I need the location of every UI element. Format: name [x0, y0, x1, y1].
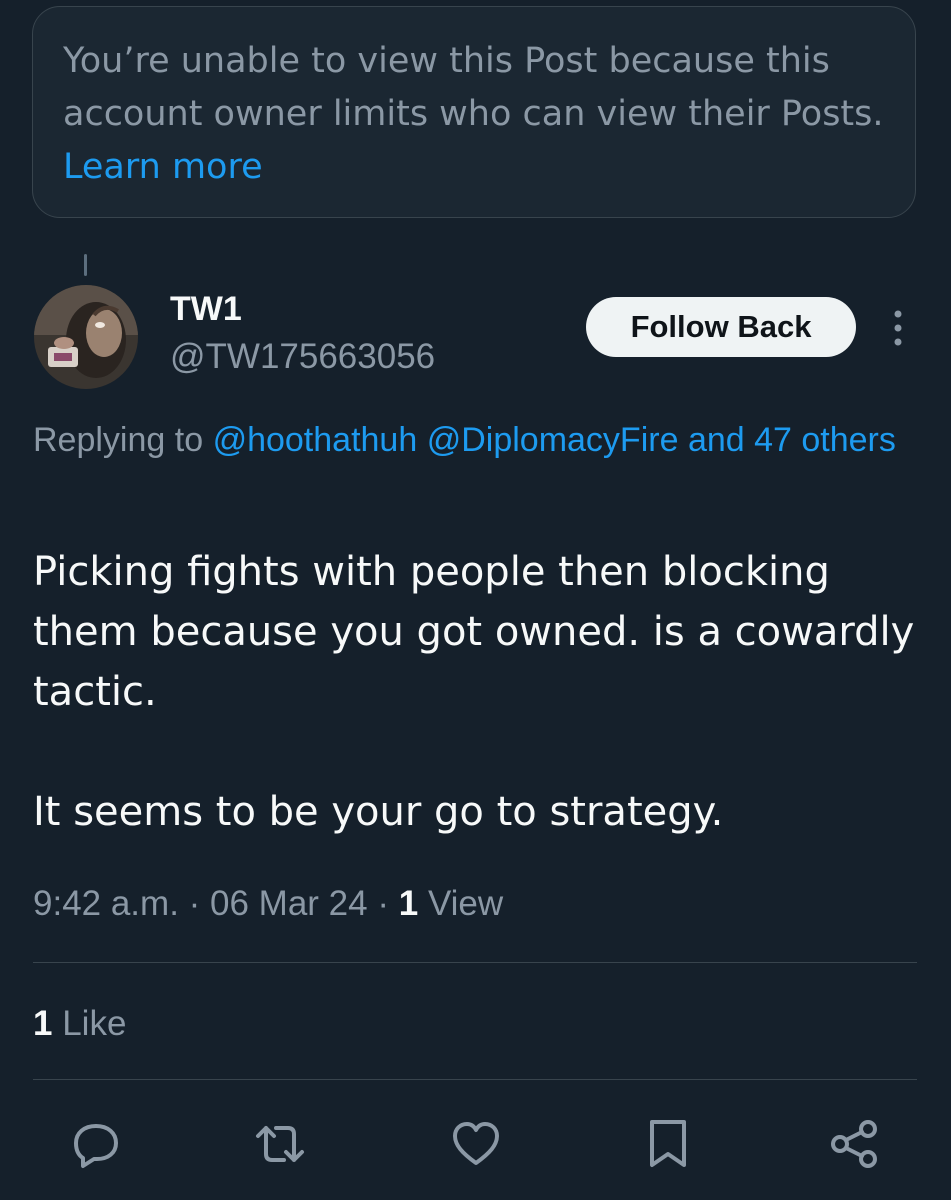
likes-summary[interactable]: 1 Like	[33, 1004, 126, 1044]
views-count: 1	[398, 884, 419, 923]
divider	[33, 1079, 917, 1080]
mention-others-link[interactable]: and 47 others	[688, 421, 896, 459]
follow-back-button[interactable]: Follow Back	[586, 297, 856, 357]
mention-hoothathuh[interactable]: @hoothathuh	[213, 421, 418, 459]
meta-separator: ·	[178, 884, 211, 923]
share-icon[interactable]	[828, 1118, 880, 1170]
post-paragraph-1: Picking fights with people then blocking…	[33, 549, 915, 715]
views-label: View	[427, 884, 504, 923]
learn-more-link[interactable]: Learn more	[63, 147, 263, 187]
mention-diplomacyfire[interactable]: @DiplomacyFire	[427, 421, 679, 459]
more-vertical-icon[interactable]	[887, 308, 909, 348]
like-icon[interactable]	[450, 1118, 502, 1170]
post-text: Picking fights with people then blocking…	[33, 542, 933, 842]
notice-text: You’re unable to view this Post because …	[63, 41, 884, 134]
replying-to: Replying to @hoothathuh @DiplomacyFire a…	[33, 414, 933, 467]
post-paragraph-2: It seems to be your go to strategy.	[33, 789, 724, 835]
thread-connector-line	[84, 254, 87, 276]
reply-icon[interactable]	[70, 1118, 122, 1170]
post-meta: 9:42 a.m. · 06 Mar 24 · 1 View	[33, 884, 503, 924]
post-time[interactable]: 9:42 a.m.	[33, 884, 179, 923]
restricted-post-notice: You’re unable to view this Post because …	[32, 6, 916, 218]
divider	[33, 962, 917, 963]
post-date[interactable]: 06 Mar 24	[210, 884, 368, 923]
repost-icon[interactable]	[254, 1118, 306, 1170]
likes-count: 1	[33, 1004, 53, 1043]
avatar[interactable]	[34, 285, 138, 389]
replying-to-prefix: Replying to	[33, 421, 204, 459]
bookmark-icon[interactable]	[642, 1118, 694, 1170]
user-avatar-icon	[34, 285, 138, 389]
likes-label: Like	[62, 1004, 127, 1043]
user-handle[interactable]: @TW175663056	[170, 337, 435, 377]
display-name[interactable]: TW1	[170, 290, 242, 329]
meta-separator: ·	[367, 884, 399, 923]
